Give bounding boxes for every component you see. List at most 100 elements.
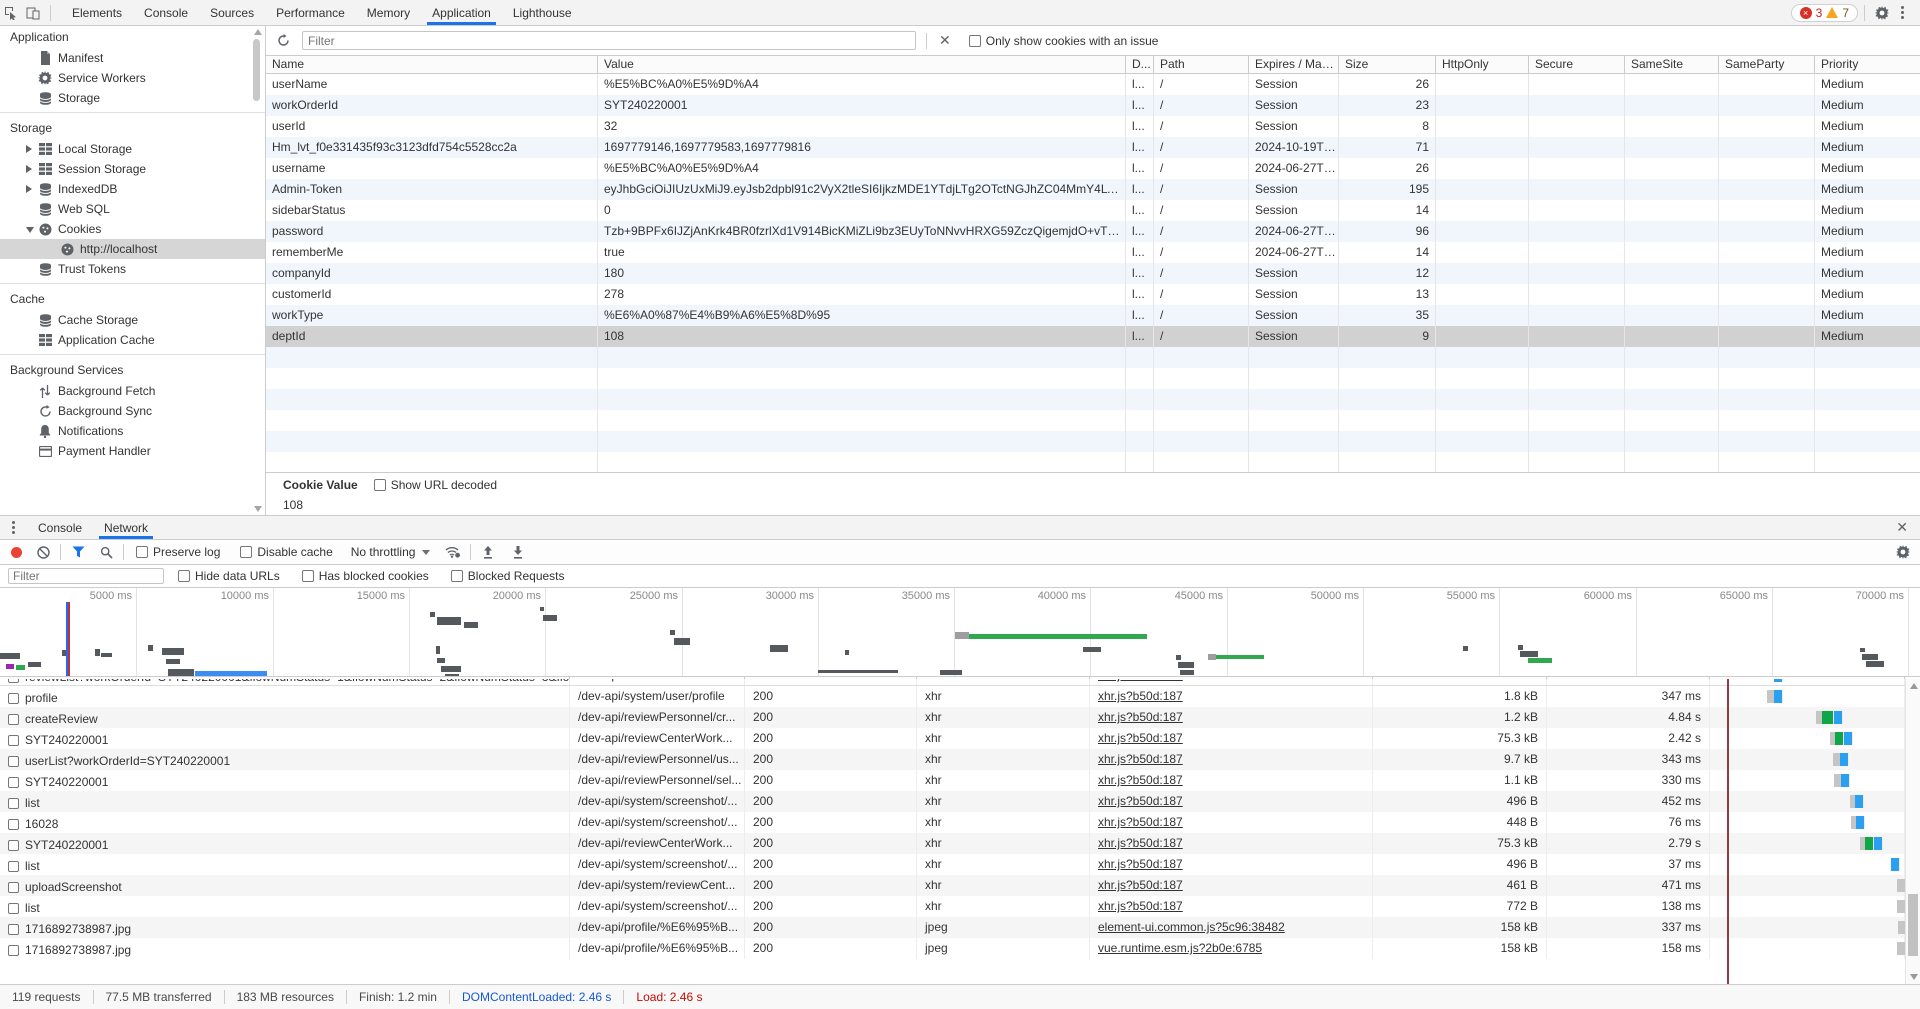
cookie-row[interactable]: Hm_lvt_f0e331435f93c3123dfd754c5528cc2a1… (266, 137, 1920, 158)
sidebar-item-web-sql[interactable]: Web SQL (0, 199, 265, 219)
network-request-row[interactable]: 16028/dev-api/system/screenshot/...200xh… (0, 812, 1905, 833)
chevron-right-icon[interactable] (26, 145, 32, 153)
tab-lighthouse[interactable]: Lighthouse (502, 0, 583, 25)
initiator-link[interactable]: xhr.js?b50d:187 (1098, 815, 1183, 829)
show-url-decoded-checkbox[interactable] (374, 479, 386, 491)
request-checkbox[interactable] (8, 777, 19, 788)
only-show-issue-checkbox[interactable] (969, 35, 981, 47)
sidebar-item-background-fetch[interactable]: Background Fetch (0, 381, 265, 401)
request-checkbox[interactable] (8, 945, 19, 956)
request-checkbox[interactable] (8, 756, 19, 767)
kebab-menu-icon[interactable] (1893, 2, 1912, 23)
column-header-size[interactable]: Size (1339, 56, 1436, 73)
sidebar-item-http-localhost[interactable]: http://localhost (0, 239, 265, 259)
column-header-sameparty[interactable]: SameParty (1719, 56, 1815, 73)
network-settings-icon[interactable] (1892, 542, 1914, 562)
scroll-thumb[interactable] (1908, 894, 1918, 956)
request-checkbox[interactable] (8, 924, 19, 935)
sidebar-item-service-workers[interactable]: Service Workers (0, 68, 265, 88)
column-header-name[interactable]: Name (266, 56, 598, 73)
sidebar-item-indexeddb[interactable]: IndexedDB (0, 179, 265, 199)
initiator-link[interactable]: element-ui.common.js?5c96:38482 (1098, 920, 1285, 934)
sidebar-item-manifest[interactable]: Manifest (0, 48, 265, 68)
scroll-up-arrow[interactable] (254, 29, 262, 35)
network-filter-input[interactable] (8, 568, 164, 584)
chevron-down-icon[interactable] (26, 227, 34, 233)
column-header-path[interactable]: Path (1154, 56, 1249, 73)
initiator-link[interactable]: vue.runtime.esm.js?2b0e:6785 (1098, 941, 1262, 955)
request-checkbox[interactable] (8, 679, 19, 683)
request-checkbox[interactable] (8, 798, 19, 809)
clear-icon[interactable] (32, 542, 54, 562)
request-checkbox[interactable] (8, 840, 19, 851)
request-checkbox[interactable] (8, 819, 19, 830)
cookie-row[interactable]: userName%E5%BC%A0%E5%9D%A4l.../Session26… (266, 74, 1920, 95)
initiator-link[interactable]: xhr.js?b50d:187 (1098, 878, 1183, 892)
initiator-link[interactable]: xhr.js?b50d:187 (1098, 679, 1183, 682)
sidebar-item-application-cache[interactable]: Application Cache (0, 330, 265, 350)
tab-memory[interactable]: Memory (356, 0, 421, 25)
network-request-row[interactable]: SYT240220001/dev-api/reviewCenterWork...… (0, 833, 1905, 854)
network-request-row[interactable]: reviewList?workOrderId=SYT240220001&flow… (0, 679, 1905, 686)
sidebar-item-trust-tokens[interactable]: Trust Tokens (0, 259, 265, 279)
initiator-link[interactable]: xhr.js?b50d:187 (1098, 731, 1183, 745)
import-har-icon[interactable] (477, 542, 499, 562)
network-request-row[interactable]: list/dev-api/system/screenshot/...200xhr… (0, 791, 1905, 812)
request-checkbox[interactable] (8, 882, 19, 893)
preserve-log-checkbox[interactable] (136, 546, 148, 558)
tab-performance[interactable]: Performance (265, 0, 356, 25)
close-drawer-icon[interactable]: ✕ (1890, 519, 1914, 536)
initiator-link[interactable]: xhr.js?b50d:187 (1098, 857, 1183, 871)
initiator-link[interactable]: xhr.js?b50d:187 (1098, 899, 1183, 913)
network-overview-timeline[interactable]: 5000 ms10000 ms15000 ms20000 ms25000 ms3… (0, 588, 1920, 677)
network-request-row[interactable]: 1716892738987.jpg/dev-api/profile/%E6%95… (0, 938, 1905, 959)
record-icon[interactable] (11, 547, 22, 558)
sidebar-item-local-storage[interactable]: Local Storage (0, 139, 265, 159)
has-blocked-cookies-checkbox[interactable] (302, 570, 314, 582)
column-header-d[interactable]: D... (1126, 56, 1154, 73)
sidebar-item-cache-storage[interactable]: Cache Storage (0, 310, 265, 330)
initiator-link[interactable]: xhr.js?b50d:187 (1098, 752, 1183, 766)
sidebar-item-payment-handler[interactable]: Payment Handler (0, 441, 265, 461)
chevron-right-icon[interactable] (26, 185, 32, 193)
network-request-row[interactable]: SYT240220001/dev-api/reviewPersonnel/sel… (0, 770, 1905, 791)
drawer-menu-icon[interactable] (4, 517, 23, 538)
cookie-row[interactable]: passwordTzb+9BPFx6IJZjAnKrk4BR0fzrlXd1V9… (266, 221, 1920, 242)
scroll-up-arrow[interactable] (1910, 683, 1918, 689)
settings-icon[interactable] (1871, 3, 1893, 23)
request-checkbox[interactable] (8, 735, 19, 746)
request-checkbox[interactable] (8, 714, 19, 725)
request-checkbox[interactable] (8, 861, 19, 872)
network-request-row[interactable]: profile/dev-api/system/user/profile200xh… (0, 686, 1905, 707)
tab-console[interactable]: Console (133, 0, 199, 25)
cookie-row[interactable]: deptId108l.../Session9Medium (266, 326, 1920, 347)
chevron-right-icon[interactable] (26, 165, 32, 173)
network-request-row[interactable]: uploadScreenshot/dev-api/system/reviewCe… (0, 875, 1905, 896)
cookie-row[interactable]: companyId180l.../Session12Medium (266, 263, 1920, 284)
tab-elements[interactable]: Elements (61, 0, 133, 25)
sidebar-item-background-sync[interactable]: Background Sync (0, 401, 265, 421)
device-toolbar-icon[interactable] (22, 3, 44, 23)
column-header-priority[interactable]: Priority (1815, 56, 1920, 73)
scroll-thumb[interactable] (253, 39, 260, 101)
request-checkbox[interactable] (8, 903, 19, 914)
export-har-icon[interactable] (507, 542, 529, 562)
network-request-row[interactable]: userList?workOrderId=SYT240220001/dev-ap… (0, 749, 1905, 770)
drawer-tab-console[interactable]: Console (27, 516, 93, 539)
column-header-value[interactable]: Value (598, 56, 1126, 73)
hide-data-urls-checkbox[interactable] (178, 570, 190, 582)
tab-application[interactable]: Application (421, 0, 502, 25)
request-checkbox[interactable] (8, 693, 19, 704)
sidebar-item-session-storage[interactable]: Session Storage (0, 159, 265, 179)
disable-cache-checkbox[interactable] (240, 546, 252, 558)
network-conditions-icon[interactable] (442, 542, 464, 562)
cookie-filter-input[interactable] (302, 31, 916, 50)
sidebar-scrollbar[interactable] (252, 29, 263, 512)
sidebar-item-storage[interactable]: Storage (0, 88, 265, 108)
cookie-row[interactable]: userId32l.../Session8Medium (266, 116, 1920, 137)
inspect-element-icon[interactable] (0, 3, 22, 23)
cookie-row[interactable]: workOrderIdSYT240220001l.../Session23Med… (266, 95, 1920, 116)
network-request-row[interactable]: list/dev-api/system/screenshot/...200xhr… (0, 896, 1905, 917)
cookies-table-header[interactable]: NameValueD...PathExpires / Max-...SizeHt… (266, 56, 1920, 74)
cookie-row[interactable]: rememberMetruel.../2024-06-27T1...14Medi… (266, 242, 1920, 263)
